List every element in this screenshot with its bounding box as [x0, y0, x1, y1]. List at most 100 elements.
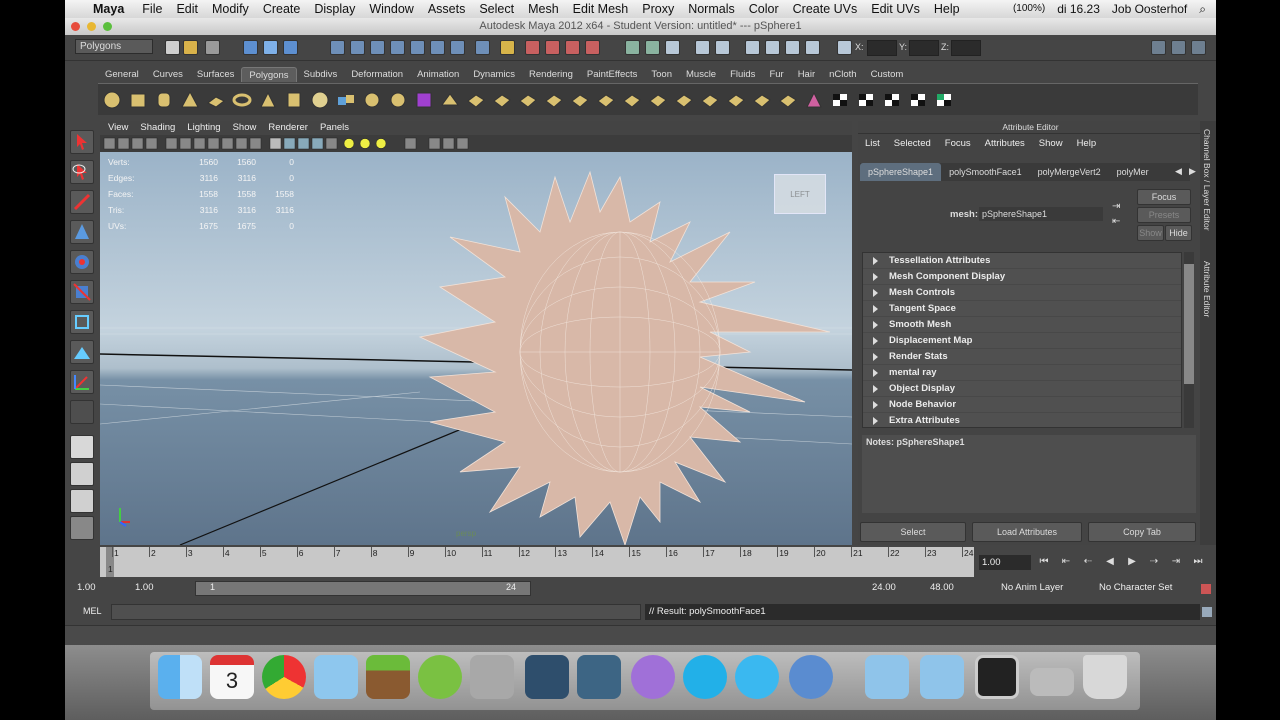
split-polygon-icon[interactable] — [570, 91, 590, 109]
playback-start-field[interactable]: 1.00 — [135, 580, 185, 596]
battery-status[interactable]: (100%) — [1013, 2, 1045, 17]
tab-scroll-left-icon[interactable]: ◀ — [1175, 166, 1182, 177]
time-slider[interactable]: 1 1 2 3 4 5 6 7 8 9 10 11 12 13 14 15 16 17 18 19 20 21 22 23 2… — [100, 547, 974, 577]
output-connection-icon[interactable]: ⇤ — [1112, 216, 1120, 227]
app-menu[interactable]: Maya — [93, 2, 124, 16]
shelf-tab-dynamics[interactable]: Dynamics — [466, 67, 522, 82]
section-mental-ray[interactable]: mental ray — [863, 365, 1181, 381]
world-input-icon[interactable] — [805, 40, 820, 55]
close-window-icon[interactable] — [71, 22, 80, 31]
isolate-select-icon[interactable] — [404, 137, 417, 150]
shelf-tab-curves[interactable]: Curves — [146, 67, 190, 82]
maya-icon[interactable] — [577, 655, 621, 699]
default-light-icon[interactable] — [343, 138, 355, 149]
persp-outliner-layout-icon[interactable] — [70, 489, 94, 513]
poly-soccer-ball-icon[interactable] — [310, 91, 330, 109]
sections-scrollbar[interactable] — [1184, 252, 1194, 428]
copy-tab-button[interactable]: Copy Tab — [1088, 522, 1196, 542]
skype-icon[interactable] — [683, 655, 727, 699]
wedge-icon[interactable] — [674, 91, 694, 109]
ipr-render-icon[interactable] — [545, 40, 560, 55]
mirror-icon[interactable] — [752, 91, 772, 109]
viewport-menu-renderer[interactable]: Renderer — [268, 121, 308, 135]
user-name[interactable]: Job Oosterhof — [1112, 2, 1187, 17]
notes-area[interactable]: Notes: pSphereShape1 — [862, 435, 1196, 513]
zoom-window-icon[interactable] — [103, 22, 112, 31]
ae-menu-show[interactable]: Show — [1039, 134, 1063, 154]
save-scene-icon[interactable] — [205, 40, 220, 55]
viewport-menu-lighting[interactable]: Lighting — [187, 121, 220, 135]
shelf-tab-hair[interactable]: Hair — [791, 67, 822, 82]
menu-window[interactable]: Window — [369, 2, 413, 16]
command-input[interactable] — [111, 604, 641, 620]
lasso-tool-icon[interactable] — [70, 160, 94, 184]
bookmark-icon[interactable] — [117, 137, 130, 150]
ae-menu-list[interactable]: List — [865, 134, 880, 154]
play-backward-icon[interactable]: ◀ — [1103, 555, 1117, 569]
four-pane-layout-icon[interactable] — [70, 462, 94, 486]
tab-psphereshape1[interactable]: pSphereShape1 — [860, 163, 942, 181]
cone-red-icon[interactable] — [804, 91, 824, 109]
universal-manipulator-icon[interactable] — [70, 310, 94, 334]
itunes-icon[interactable] — [631, 655, 675, 699]
soft-modification-icon[interactable] — [70, 340, 94, 364]
xray-icon[interactable] — [311, 137, 324, 150]
folder-icon[interactable] — [920, 655, 964, 699]
quicktime-icon[interactable] — [789, 655, 833, 699]
numeric-input-icon[interactable] — [745, 40, 760, 55]
wireframe-icon[interactable] — [269, 137, 282, 150]
mesh-name-field[interactable]: pSphereShape1 — [979, 207, 1103, 221]
z-field[interactable] — [951, 40, 981, 56]
current-time-field[interactable]: 1.00 — [979, 555, 1031, 570]
calendar-icon[interactable]: 3 — [210, 655, 254, 699]
bevel-icon[interactable] — [466, 91, 486, 109]
render-frame-icon[interactable] — [525, 40, 540, 55]
perspective-viewport[interactable]: Verts: 1560 1560 0 Edges: 3116 3116 0 Faces: 15… — [100, 152, 852, 545]
ae-menu-attributes[interactable]: Attributes — [985, 134, 1025, 154]
section-displacement-map[interactable]: Displacement Map — [863, 333, 1181, 349]
section-node-behavior[interactable]: Node Behavior — [863, 397, 1181, 413]
step-back-key-icon[interactable]: ⇤ — [1059, 555, 1073, 569]
shelf-tab-fluids[interactable]: Fluids — [723, 67, 762, 82]
viewport-menu-show[interactable]: Show — [233, 121, 257, 135]
tab-polymer[interactable]: polyMer — [1109, 163, 1157, 181]
script-language-label[interactable]: MEL — [83, 603, 102, 619]
shelf-tab-polygons[interactable]: Polygons — [241, 67, 297, 82]
menu-color[interactable]: Color — [749, 2, 779, 16]
play-forward-icon[interactable]: ▶ — [1125, 555, 1139, 569]
section-smooth-mesh[interactable]: Smooth Mesh — [863, 317, 1181, 333]
tool-settings-toggle-icon[interactable] — [1171, 40, 1186, 55]
shadows-icon[interactable] — [375, 138, 387, 149]
combine-icon[interactable] — [336, 91, 356, 109]
menu-file[interactable]: File — [142, 2, 162, 16]
section-tangent-space[interactable]: Tangent Space — [863, 301, 1181, 317]
go-to-start-icon[interactable]: ⏮ — [1037, 555, 1051, 569]
chrome-icon[interactable] — [262, 655, 306, 699]
ae-menu-help[interactable]: Help — [1077, 134, 1097, 154]
input-connection-icon[interactable]: ⇥ — [1112, 201, 1120, 212]
go-to-end-icon[interactable]: ⏭ — [1191, 555, 1205, 569]
presets-button[interactable]: Presets — [1137, 207, 1191, 223]
select-tool-icon[interactable] — [70, 130, 94, 154]
tab-scroll-right-icon[interactable]: ▶ — [1189, 166, 1196, 177]
terminal-icon[interactable] — [975, 655, 1019, 699]
shelf-tab-surfaces[interactable]: Surfaces — [190, 67, 242, 82]
menu-create-uvs[interactable]: Create UVs — [793, 2, 858, 16]
focus-button[interactable]: Focus — [1137, 189, 1191, 205]
all-lights-icon[interactable] — [359, 138, 371, 149]
viewport-menu-panels[interactable]: Panels — [320, 121, 349, 135]
poly-cone-icon[interactable] — [180, 91, 200, 109]
shelf-tab-ncloth[interactable]: nCloth — [822, 67, 863, 82]
maya-icon[interactable] — [525, 655, 569, 699]
attribute-toggle-icon[interactable] — [645, 40, 660, 55]
menu-proxy[interactable]: Proxy — [642, 2, 674, 16]
poly-cylinder-icon[interactable] — [154, 91, 174, 109]
poly-helix-icon[interactable] — [414, 91, 434, 109]
open-scene-icon[interactable] — [183, 40, 198, 55]
menu-create[interactable]: Create — [263, 2, 301, 16]
viewport-menu-view[interactable]: View — [108, 121, 128, 135]
shelf-tab-subdivs[interactable]: Subdivs — [297, 67, 345, 82]
field-chart-icon[interactable] — [221, 137, 234, 150]
absolute-transform-icon[interactable] — [715, 40, 730, 55]
folder-icon[interactable] — [865, 655, 909, 699]
